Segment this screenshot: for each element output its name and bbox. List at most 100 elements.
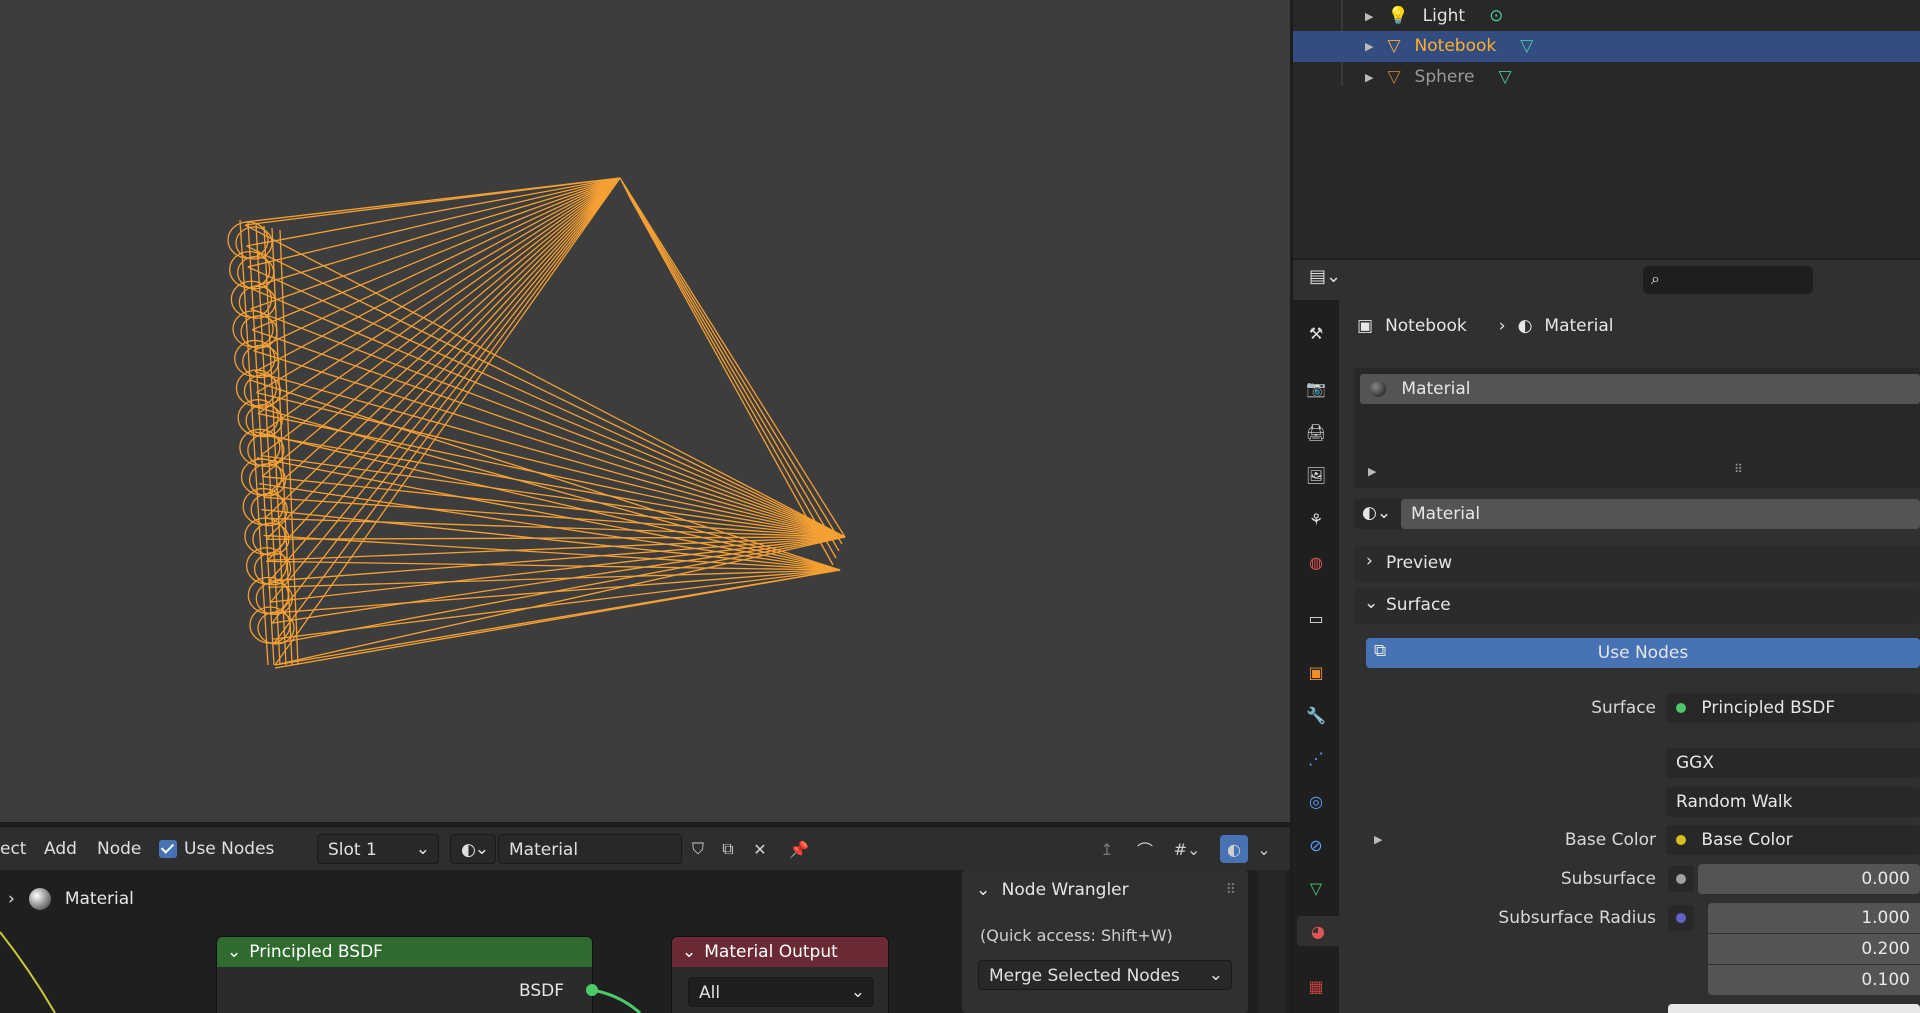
modifier-wrench-icon[interactable]: 🔧 <box>1301 700 1331 730</box>
chevron-down-icon: ⌄ <box>415 839 430 859</box>
subsurface-method-dropdown[interactable]: Random Walk <box>1666 787 1920 817</box>
chevron-down-icon: ⌄ <box>227 942 242 962</box>
collection-tab-icon[interactable]: ▭ <box>1301 603 1331 633</box>
breadcrumb-material: Material <box>1544 316 1614 336</box>
material-slot-item[interactable]: Material <box>1360 374 1920 404</box>
material-output-node-header[interactable]: ⌄ Material Output <box>672 937 888 967</box>
physics-tab-icon[interactable]: ◎ <box>1301 786 1331 816</box>
node-wrangler-header[interactable]: ⌄ Node Wrangler <box>976 880 1129 900</box>
material-name-field[interactable]: Material <box>498 834 682 864</box>
shader-socket-icon <box>1676 703 1686 713</box>
view-layer-tab-icon[interactable]: 🖼 <box>1301 460 1331 490</box>
slot-value: Slot 1 <box>328 840 377 860</box>
mesh-data-icon[interactable]: ▽ <box>1520 36 1533 56</box>
material-tab-icon[interactable]: ◕ <box>1297 916 1339 946</box>
render-tab-icon[interactable]: 📷 <box>1301 373 1331 403</box>
subsurface-label: Subsurface <box>1560 869 1656 889</box>
duplicate-material-icon[interactable]: ⧉ <box>714 835 742 863</box>
material-browse-button[interactable]: ◐⌄ <box>1354 499 1404 529</box>
menu-select[interactable]: ect <box>0 839 26 859</box>
material-browse-button[interactable]: ◐ ⌄ <box>450 834 496 864</box>
editor-type-dropdown-icon[interactable]: ▤⌄ <box>1309 266 1353 294</box>
bsdf-output-socket[interactable] <box>586 984 598 996</box>
outliner-item-sphere[interactable]: ▶ ▽ Sphere ▽ <box>1365 65 1512 89</box>
chevron-down-icon: ⌄ <box>1208 965 1223 985</box>
particles-tab-icon[interactable]: ⋰ <box>1301 743 1331 773</box>
surface-field-label: Surface <box>1591 698 1656 718</box>
properties-breadcrumb: ▣ Notebook › ◐ Material <box>1357 316 1613 336</box>
snap-grid-dropdown-icon[interactable]: #⌄ <box>1165 835 1209 863</box>
chevron-down-icon: ⌄ <box>1364 593 1379 613</box>
material-name-field[interactable]: Material <box>1401 499 1920 529</box>
chevron-down-icon: ⌄ <box>850 982 865 1002</box>
texture-tab-icon[interactable]: ▦ <box>1301 971 1331 1001</box>
output-tab-icon[interactable]: 🖨 <box>1301 417 1331 447</box>
unlink-close-icon[interactable]: ✕ <box>746 835 774 863</box>
material-slot-list[interactable]: Material ▶ ⠿ <box>1354 368 1920 488</box>
scene-tab-icon[interactable]: ⚘ <box>1301 504 1331 534</box>
sidebar-tabs[interactable] <box>1258 870 1286 1013</box>
resize-grip-icon[interactable]: ⠿ <box>1734 462 1743 476</box>
surface-panel-header[interactable]: ⌄ Surface <box>1354 588 1920 624</box>
base-color-field[interactable]: Base Color <box>1666 825 1920 855</box>
subsurface-radius-socket-button[interactable] <box>1668 905 1694 931</box>
notebook-wireframe <box>227 177 846 669</box>
subsurface-radius-y[interactable]: 0.200 <box>1708 934 1920 964</box>
drag-handle-icon[interactable]: ⠿ <box>1226 882 1236 898</box>
world-tab-icon[interactable]: ◍ <box>1301 547 1331 577</box>
outliner-item-notebook[interactable]: ▶ ▽ Notebook ▽ <box>1365 34 1533 58</box>
next-field-partial[interactable] <box>1668 1004 1920 1013</box>
outliner[interactable]: ▶ 💡 Light ⊙ ▶ ▽ Notebook ▽ ▶ ▽ Sphere ▽ <box>1293 0 1920 258</box>
fake-user-shield-icon[interactable]: ⛉ <box>684 835 712 863</box>
mesh-data-icon[interactable]: ▽ <box>1498 67 1511 87</box>
output-target-dropdown[interactable]: All ⌄ <box>688 977 874 1007</box>
light-bulb-icon: 💡 <box>1387 6 1409 26</box>
vector-socket-icon <box>1676 913 1686 923</box>
subsurface-socket-button[interactable] <box>1668 866 1694 892</box>
principled-bsdf-node-header[interactable]: ⌄ Principled BSDF <box>217 937 592 967</box>
snapping-icon[interactable]: ⌒ <box>1131 835 1159 863</box>
node-wrangler-panel: ⌄ Node Wrangler ⠿ (Quick access: Shift+W… <box>962 870 1248 1013</box>
expand-arrow-icon[interactable]: ▶ <box>1365 40 1373 53</box>
parent-node-tree-icon[interactable]: ↥ <box>1093 835 1121 863</box>
subsurface-value-field[interactable]: 0.000 <box>1698 864 1920 894</box>
outliner-item-light[interactable]: ▶ 💡 Light ⊙ <box>1365 4 1503 28</box>
constraints-tab-icon[interactable]: ⊘ <box>1301 830 1331 860</box>
properties-search-input[interactable]: ⌕ <box>1643 266 1813 294</box>
expand-arrow-icon[interactable]: ▶ <box>1365 10 1373 23</box>
expand-arrow-icon[interactable]: ▶ <box>1374 833 1382 846</box>
subsurface-radius-z[interactable]: 0.100 <box>1708 965 1920 995</box>
material-output-node[interactable]: ⌄ Material Output All ⌄ <box>671 936 889 1013</box>
expand-arrow-icon[interactable]: ▶ <box>1368 465 1376 478</box>
chevron-down-icon[interactable]: ⌄ <box>1250 835 1278 863</box>
quick-access-hint: (Quick access: Shift+W) <box>980 926 1173 945</box>
tool-tab-icon[interactable]: ⚒ <box>1301 318 1331 348</box>
mesh-object-icon: ▽ <box>1387 36 1401 56</box>
expand-arrow-icon[interactable]: ▶ <box>1365 71 1373 84</box>
3d-viewport[interactable] <box>0 0 1290 822</box>
mesh-data-tab-icon[interactable]: ▽ <box>1301 873 1331 903</box>
light-data-icon[interactable]: ⊙ <box>1489 6 1503 26</box>
subsurface-radius-x[interactable]: 1.000 <box>1708 903 1920 933</box>
use-nodes-button[interactable]: ⧉ Use Nodes <box>1366 638 1920 668</box>
menu-add[interactable]: Add <box>44 839 77 859</box>
slot-dropdown[interactable]: Slot 1 ⌄ <box>317 834 439 864</box>
material-sphere-icon: ◐ <box>461 840 476 860</box>
chevron-down-icon: ⌄ <box>474 839 489 859</box>
pin-icon[interactable]: 📌 <box>785 835 813 863</box>
merge-nodes-dropdown[interactable]: Merge Selected Nodes ⌄ <box>978 960 1232 990</box>
properties-tabs: ⚒ 📷 🖨 🖼 ⚘ ◍ ▭ ▣ 🔧 ⋰ ◎ ⊘ ▽ ◕ ▦ <box>1293 300 1339 1013</box>
search-icon: ⌕ <box>1651 269 1660 288</box>
object-tab-icon[interactable]: ▣ <box>1301 657 1331 687</box>
principled-bsdf-node[interactable]: ⌄ Principled BSDF BSDF <box>216 936 593 1013</box>
chevron-right-icon: › <box>1366 551 1373 571</box>
distribution-dropdown[interactable]: GGX <box>1666 748 1920 778</box>
preview-panel-header[interactable]: › Preview <box>1354 546 1920 582</box>
use-nodes-label: Use Nodes <box>184 839 275 859</box>
color-socket-icon <box>1676 835 1686 845</box>
surface-shader-field[interactable]: Principled BSDF <box>1666 693 1920 723</box>
chevron-down-icon: ⌄ <box>682 942 697 962</box>
menu-node[interactable]: Node <box>97 839 141 859</box>
use-nodes-checkbox[interactable] <box>159 840 177 858</box>
overlay-toggle-icon[interactable]: ◐ <box>1220 835 1248 863</box>
